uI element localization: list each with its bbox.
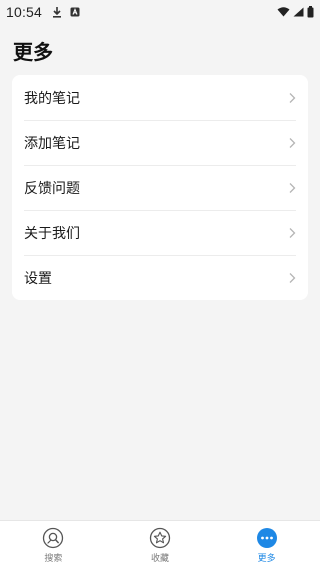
tab-favorites[interactable]: 收藏 xyxy=(107,521,214,568)
menu-item-label: 关于我们 xyxy=(24,225,80,242)
tab-more[interactable]: 更多 xyxy=(213,521,320,568)
tab-label: 更多 xyxy=(257,554,276,564)
menu-item-my-notes[interactable]: 我的笔记 xyxy=(12,75,308,120)
download-icon xyxy=(52,6,62,18)
chevron-right-icon xyxy=(288,137,296,149)
menu-item-about-us[interactable]: 关于我们 xyxy=(12,210,308,255)
bottom-nav: 搜索 收藏 更多 xyxy=(0,520,320,568)
page-title: 更多 xyxy=(13,40,53,64)
chevron-right-icon xyxy=(288,227,296,239)
chevron-right-icon xyxy=(288,92,296,104)
wifi-icon xyxy=(277,7,290,17)
star-icon xyxy=(149,527,171,549)
menu-item-feedback[interactable]: 反馈问题 xyxy=(12,165,308,210)
status-bar: 10:54 xyxy=(0,0,320,24)
menu-item-label: 添加笔记 xyxy=(24,135,80,152)
app-screen: 10:54 更多 我的笔记 添加笔记 反馈问题 关于我们 设置 搜索 收藏 更多 xyxy=(0,0,320,568)
chevron-right-icon xyxy=(288,182,296,194)
notification-a-icon xyxy=(70,7,80,17)
tab-search[interactable]: 搜索 xyxy=(0,521,107,568)
signal-icon xyxy=(293,7,304,17)
tab-label: 收藏 xyxy=(151,554,170,564)
more-icon xyxy=(256,527,278,549)
tab-label: 搜索 xyxy=(44,554,63,564)
menu-item-label: 反馈问题 xyxy=(24,180,80,197)
menu-item-label: 我的笔记 xyxy=(24,90,80,107)
menu-item-label: 设置 xyxy=(24,270,52,287)
menu-card: 我的笔记 添加笔记 反馈问题 关于我们 设置 xyxy=(12,75,308,300)
menu-item-settings[interactable]: 设置 xyxy=(12,255,308,300)
battery-icon xyxy=(307,6,314,18)
search-icon xyxy=(42,527,64,549)
chevron-right-icon xyxy=(288,272,296,284)
status-time: 10:54 xyxy=(6,4,43,20)
menu-item-add-note[interactable]: 添加笔记 xyxy=(12,120,308,165)
